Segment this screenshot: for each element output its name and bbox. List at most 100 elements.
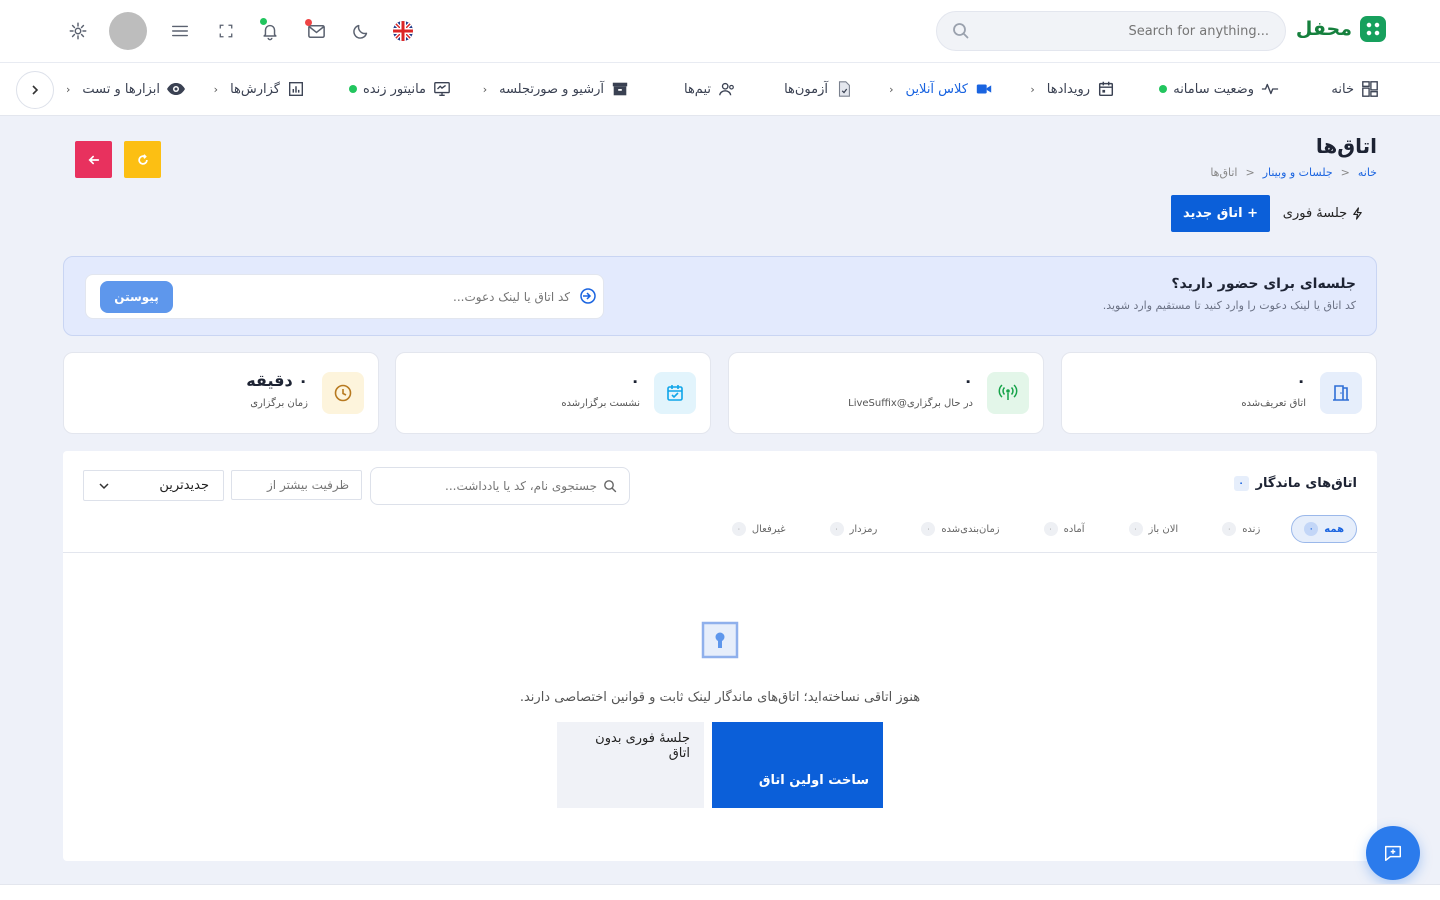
nav-item-home[interactable]: خانه — [1331, 63, 1380, 115]
nav-item-online-class[interactable]: کلاس آنلاین ‹ — [889, 63, 994, 115]
breadcrumb: خانه < جلسات و وبینار < اتاق‌ها — [1210, 166, 1377, 179]
eye-icon — [166, 79, 186, 99]
nav-item-teams[interactable]: تیم‌ها — [684, 63, 737, 115]
filter-count: ۰ — [731, 522, 746, 536]
exam-icon — [834, 79, 854, 99]
broadcast-icon — [987, 372, 1029, 414]
status-filters: همه ۰ زنده ۰ الان باز ۰ آماده ۰ زمان‌بندی‌شد… — [719, 515, 1357, 543]
capacity-filter-input[interactable] — [231, 470, 362, 500]
filter-label: همه — [1324, 523, 1344, 535]
rooms-search[interactable] — [370, 467, 630, 505]
nav-item-live-monitor[interactable]: مانیتور زنده — [348, 63, 452, 115]
breadcrumb-current: اتاق‌ها — [1210, 166, 1238, 179]
nav-item-reports[interactable]: گزارش‌ها ‹ — [214, 63, 306, 115]
join-subtitle: کد اتاق یا لینک دعوت را وارد کنید تا مست… — [1102, 299, 1356, 312]
search-icon — [604, 480, 617, 493]
settings-gear-icon[interactable] — [67, 20, 89, 42]
chevron-down-icon — [99, 482, 109, 489]
stat-value: ۰ دقیقه — [246, 371, 308, 390]
rooms-count-badge: ۰ — [1233, 476, 1249, 491]
join-title: جلسه‌ای برای حضور دارید؟ — [1171, 276, 1356, 292]
instant-meeting-label: جلسهٔ فوری — [1282, 206, 1348, 221]
invite-code-input[interactable] — [178, 281, 570, 312]
chevron-down-icon: ‹ — [65, 82, 71, 96]
back-button[interactable] — [75, 141, 112, 178]
stat-held-sessions: ۰ نشست برگزارشده — [395, 352, 711, 434]
arrow-left-icon — [88, 155, 99, 164]
calendar-icon — [1096, 79, 1116, 99]
login-icon — [580, 288, 596, 304]
stat-defined-rooms: ۰ اتاق تعریف‌شده — [1061, 352, 1377, 434]
video-icon — [974, 79, 994, 99]
stat-label: زمان برگزاری — [250, 398, 308, 409]
nav-item-exams[interactable]: آزمون‌ها — [784, 63, 854, 115]
language-flag-icon[interactable] — [393, 21, 413, 41]
search-input[interactable] — [981, 12, 1277, 50]
rooms-search-input[interactable] — [379, 472, 597, 500]
nav-label: آزمون‌ها — [784, 81, 828, 97]
clock-icon — [322, 372, 364, 414]
filter-count: ۰ — [921, 522, 936, 536]
create-first-room-button[interactable]: ساخت اولین اتاق — [712, 722, 883, 808]
filter-all[interactable]: همه ۰ — [1291, 515, 1357, 543]
stat-value: ۰ — [963, 371, 973, 390]
report-icon — [286, 79, 306, 99]
filter-label: زمان‌بندی‌شده — [941, 523, 1000, 535]
global-search[interactable] — [936, 11, 1286, 51]
nav-item-archive[interactable]: آرشیو و صورتجلسه ‹ — [483, 63, 630, 115]
dark-mode-icon[interactable] — [350, 20, 372, 42]
nav-item-events[interactable]: رویدادها ‹ — [1030, 63, 1116, 115]
refresh-button[interactable] — [124, 141, 161, 178]
rooms-list-title: اتاق‌های ماندگار ۰ — [1233, 476, 1357, 491]
nav-label: گزارش‌ها — [230, 81, 280, 97]
stat-live-rooms: ۰ در حال برگزاری@LiveSuffix — [728, 352, 1044, 434]
chevron-right-icon — [32, 85, 39, 95]
filter-ready[interactable]: آماده ۰ — [1031, 515, 1098, 543]
nav-item-tools[interactable]: ابزارها و تست ‹ — [66, 63, 186, 115]
footer-bar — [0, 884, 1440, 900]
fullscreen-icon[interactable] — [215, 20, 237, 42]
stat-label: اتاق تعریف‌شده — [1241, 398, 1306, 409]
filter-label: آماده — [1063, 523, 1085, 535]
stat-value: ۰ — [1296, 371, 1306, 390]
nav-label: ابزارها و تست — [82, 81, 160, 97]
filter-inactive[interactable]: غیرفعال ۰ — [719, 515, 799, 543]
app-logo[interactable]: محفل — [1296, 16, 1386, 42]
sort-select[interactable]: جدیدترین — [83, 470, 224, 501]
search-icon — [953, 23, 969, 39]
calendar-check-icon — [654, 372, 696, 414]
chat-fab-button[interactable] — [1366, 826, 1420, 880]
mail-badge — [305, 19, 312, 26]
new-room-button[interactable]: + اتاق جدید — [1171, 195, 1270, 232]
filter-count: ۰ — [1304, 522, 1319, 536]
nav-item-system-status[interactable]: وضعیت سامانه — [1159, 63, 1280, 115]
instant-no-room-button[interactable]: جلسهٔ فوری بدون اتاق — [557, 722, 704, 808]
nav-scroll-button[interactable] — [16, 71, 54, 109]
stat-duration: ۰ دقیقه زمان برگزاری — [63, 352, 379, 434]
breadcrumb-sessions[interactable]: جلسات و وبینار — [1263, 166, 1333, 179]
top-bar: محفل — [0, 0, 1440, 63]
filter-open-now[interactable]: الان باز ۰ — [1116, 515, 1192, 543]
team-icon — [717, 79, 737, 99]
filter-label: رمزدار — [849, 523, 878, 535]
notification-badge — [260, 18, 267, 25]
refresh-icon — [137, 153, 148, 165]
join-meeting-card: جلسه‌ای برای حضور دارید؟ کد اتاق یا لینک… — [63, 256, 1377, 336]
menu-icon[interactable] — [169, 20, 191, 42]
breadcrumb-separator: < — [1245, 166, 1255, 179]
filter-live[interactable]: زنده ۰ — [1209, 515, 1273, 543]
filter-count: ۰ — [829, 522, 844, 536]
filter-scheduled[interactable]: زمان‌بندی‌شده ۰ — [908, 515, 1012, 543]
stat-label: نشست برگزارشده — [561, 398, 640, 409]
filter-password[interactable]: رمزدار ۰ — [817, 515, 891, 543]
nav-label: مانیتور زنده — [362, 81, 426, 97]
app-title: محفل — [1295, 18, 1352, 40]
join-input-box: پیوستن — [85, 274, 604, 319]
filter-label: الان باز — [1148, 523, 1179, 535]
instant-meeting-button[interactable]: جلسهٔ فوری — [1272, 195, 1375, 232]
breadcrumb-home[interactable]: خانه — [1358, 166, 1377, 179]
nav-label: وضعیت سامانه — [1173, 81, 1254, 97]
user-avatar[interactable] — [109, 12, 147, 50]
join-button[interactable]: پیوستن — [100, 281, 173, 313]
filter-label: زنده — [1242, 523, 1261, 535]
